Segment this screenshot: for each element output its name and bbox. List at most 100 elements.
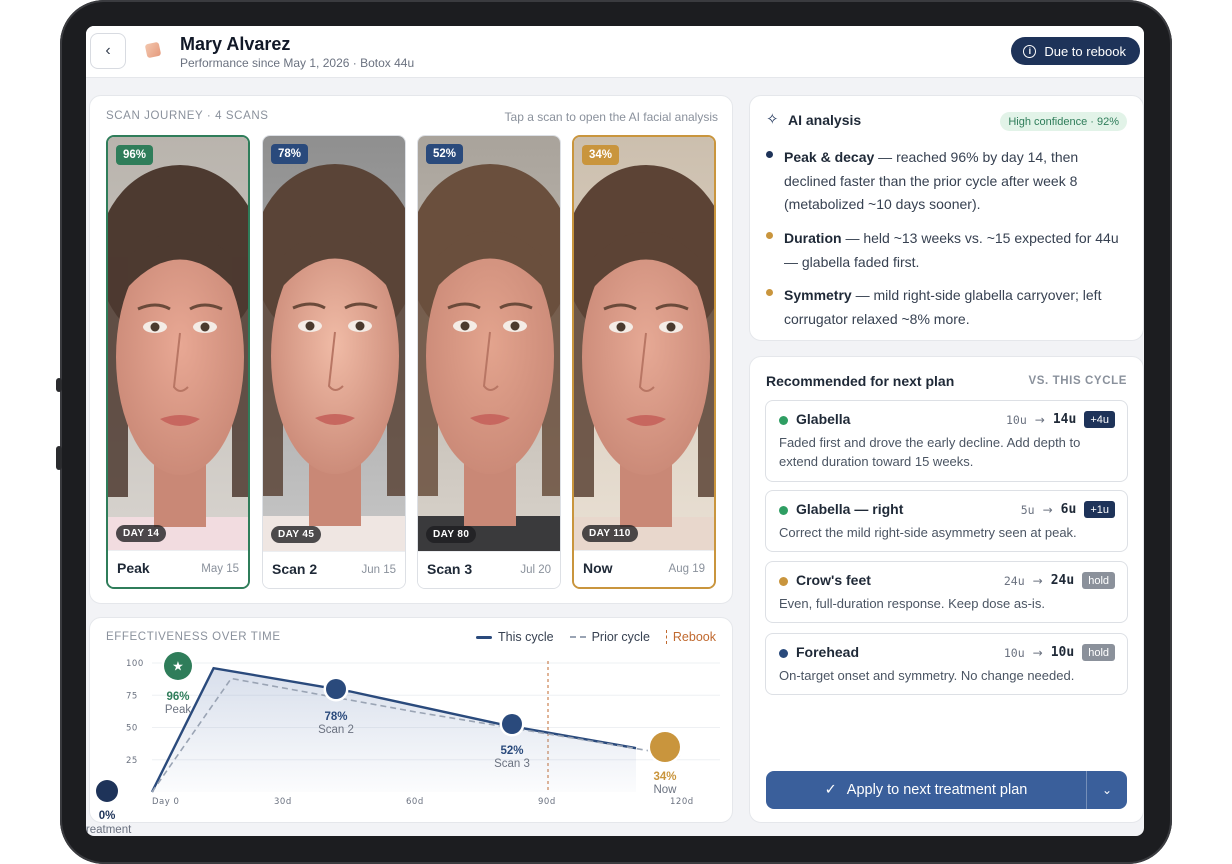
apply-plan-main[interactable]: ✓ Apply to next treatment plan	[766, 771, 1087, 809]
dose-tag: hold	[1082, 644, 1115, 661]
scan-card-now[interactable]: 34% DAY 110 Now Aug 19	[572, 135, 716, 589]
rec-description: Faded first and drove the early decline.…	[779, 435, 1081, 469]
chevron-left-icon: ‹	[105, 42, 111, 59]
arrow-right-icon: →	[1034, 412, 1045, 427]
y-tick-label: 50	[126, 724, 138, 734]
point-value-label: 96%	[166, 691, 189, 703]
rec-area-name: Glabella	[796, 411, 851, 427]
arrow-right-icon: →	[1032, 645, 1043, 660]
scan-date: Aug 19	[668, 563, 705, 575]
dose-change: 24u → 24u hold	[1004, 572, 1115, 589]
scan-label: Scan 3	[427, 561, 473, 577]
rec-item-forehead[interactable]: Forehead 10u → 10u hold On-target onset and s…	[765, 633, 1128, 695]
point-name-label: Peak	[165, 704, 191, 716]
scan-footer: Scan 3 Jul 20	[418, 551, 560, 588]
patient-subtitle: Performance since May 1, 2026 · Botox 44…	[180, 56, 415, 70]
star-icon: ★	[172, 660, 184, 675]
rec-area-name: Crow's feet	[796, 572, 871, 588]
ai-analysis-title: AI analysis	[788, 112, 862, 128]
bullet-dot	[766, 232, 773, 239]
ai-insight-text: Peak & decay — reached 96% by day 14, th…	[784, 146, 1122, 217]
dose-to: 10u	[1050, 645, 1075, 660]
y-tick-label: 75	[126, 691, 138, 701]
ai-insight-item: Symmetry — mild right-side glabella carr…	[766, 284, 1122, 331]
x-tick-label: 60d	[406, 797, 424, 807]
scan-card-peak[interactable]: 96% DAY 14 Peak May 15	[106, 135, 250, 589]
day-badge: DAY 110	[582, 525, 638, 542]
ai-analysis-card: ✧ AI analysis High confidence · 92% Peak…	[749, 95, 1144, 341]
dose-tag: hold	[1082, 572, 1115, 589]
scan-date: Jul 20	[520, 564, 551, 576]
dose-from: 5u	[1020, 502, 1035, 517]
side-button	[56, 446, 62, 470]
effectiveness-badge: 52%	[426, 144, 464, 164]
scan-card-scan-2[interactable]: 78% DAY 45 Scan 2 Jun 15	[262, 135, 406, 589]
check-icon: ✓	[824, 782, 837, 798]
scan-label: Peak	[117, 560, 150, 576]
effectiveness-badge: 78%	[271, 144, 309, 164]
dose-change: 10u → 14u +4u	[1006, 411, 1115, 428]
arrow-right-icon: →	[1042, 502, 1053, 517]
scan-date: May 15	[201, 563, 239, 575]
dose-change: 10u → 10u hold	[1004, 644, 1115, 661]
x-tick-label: 30d	[274, 797, 292, 807]
day-badge: DAY 45	[271, 526, 322, 543]
arrow-right-icon: →	[1032, 573, 1043, 588]
effectiveness-chart: 100 75 50 25 Day 0 30d 60d 90d 120d 0% treatment ★ 9…	[86, 649, 720, 836]
data-point-scan-3	[502, 714, 522, 734]
ai-insight-text: Symmetry — mild right-side glabella carr…	[784, 284, 1122, 331]
bullet-dot	[766, 289, 773, 296]
y-tick-label: 25	[126, 756, 138, 766]
x-tick-label: 120d	[670, 797, 694, 807]
rec-item-crow-s-feet[interactable]: Crow's feet 24u → 24u hold Even, full-duratio…	[765, 561, 1128, 623]
rec-description: Even, full-duration response. Keep dose …	[779, 596, 1045, 611]
point-name-label: Scan 3	[494, 758, 530, 770]
scan-label: Now	[583, 560, 613, 576]
effectiveness-badge: 34%	[582, 145, 620, 165]
point-value-label: 52%	[500, 745, 523, 757]
scan-photo[interactable]	[108, 137, 248, 554]
x-tick-label: 90d	[538, 797, 556, 807]
ai-insight-head: Peak & decay	[784, 149, 875, 165]
chevron-down-icon[interactable]: ⌄	[1087, 771, 1127, 809]
dose-from: 10u	[1006, 412, 1027, 427]
point-value-label: 0%	[99, 810, 116, 822]
rec-item-glabella[interactable]: Glabella 10u → 14u +4u Faded first and drove …	[765, 400, 1128, 482]
point-name-label: Now	[653, 784, 677, 796]
info-icon: i	[1023, 44, 1037, 58]
dose-change: 5u → 6u +1u	[1021, 501, 1115, 518]
scan-hint: Tap a scan to open the AI facial analysi…	[504, 110, 718, 124]
rec-area-name: Forehead	[796, 644, 860, 660]
scan-card-scan-3[interactable]: 52% DAY 80 Scan 3 Jul 20	[417, 135, 561, 589]
x-tick-label: Day 0	[152, 797, 179, 807]
area-dot	[779, 506, 788, 515]
dose-to: 14u	[1052, 412, 1077, 427]
bullet-dot	[766, 151, 773, 158]
app-header: ‹ Mary Alvarez Performance since May 1, …	[86, 26, 1144, 78]
rec-item-glabella-right[interactable]: Glabella — right 5u → 6u +1u Correct the mild…	[765, 490, 1128, 552]
recommendations-card: Recommended for next plan VS. THIS CYCLE…	[749, 356, 1144, 823]
data-point-scan-2	[326, 679, 346, 699]
point-name-label: treatment	[86, 824, 132, 836]
day-badge: DAY 14	[116, 525, 167, 542]
scan-footer: Scan 2 Jun 15	[263, 551, 405, 588]
back-button[interactable]: ‹	[90, 33, 126, 69]
scan-photo[interactable]	[418, 136, 560, 553]
scan-date: Jun 15	[361, 564, 396, 576]
y-tick-label: 100	[126, 659, 144, 669]
point-value-label: 34%	[653, 771, 676, 783]
scan-label: Scan 2	[272, 561, 318, 577]
area-dot	[779, 416, 788, 425]
area-dot	[779, 649, 788, 658]
scan-photo[interactable]	[263, 136, 405, 553]
ai-insight-head: Duration	[784, 230, 842, 246]
app-screen: ‹ Mary Alvarez Performance since May 1, …	[86, 26, 1144, 836]
due-to-rebook-button[interactable]: i Due to rebook	[1011, 37, 1140, 65]
this-cycle-area	[152, 668, 636, 792]
effectiveness-badge: 96%	[116, 145, 154, 165]
apply-plan-button[interactable]: ✓ Apply to next treatment plan ⌄	[766, 771, 1127, 809]
rec-description: On-target onset and symmetry. No change …	[779, 668, 1075, 683]
scan-photo[interactable]	[574, 137, 714, 554]
ai-insight-item: Duration — held ~13 weeks vs. ~15 expect…	[766, 227, 1122, 274]
scan-footer: Peak May 15	[108, 550, 248, 587]
